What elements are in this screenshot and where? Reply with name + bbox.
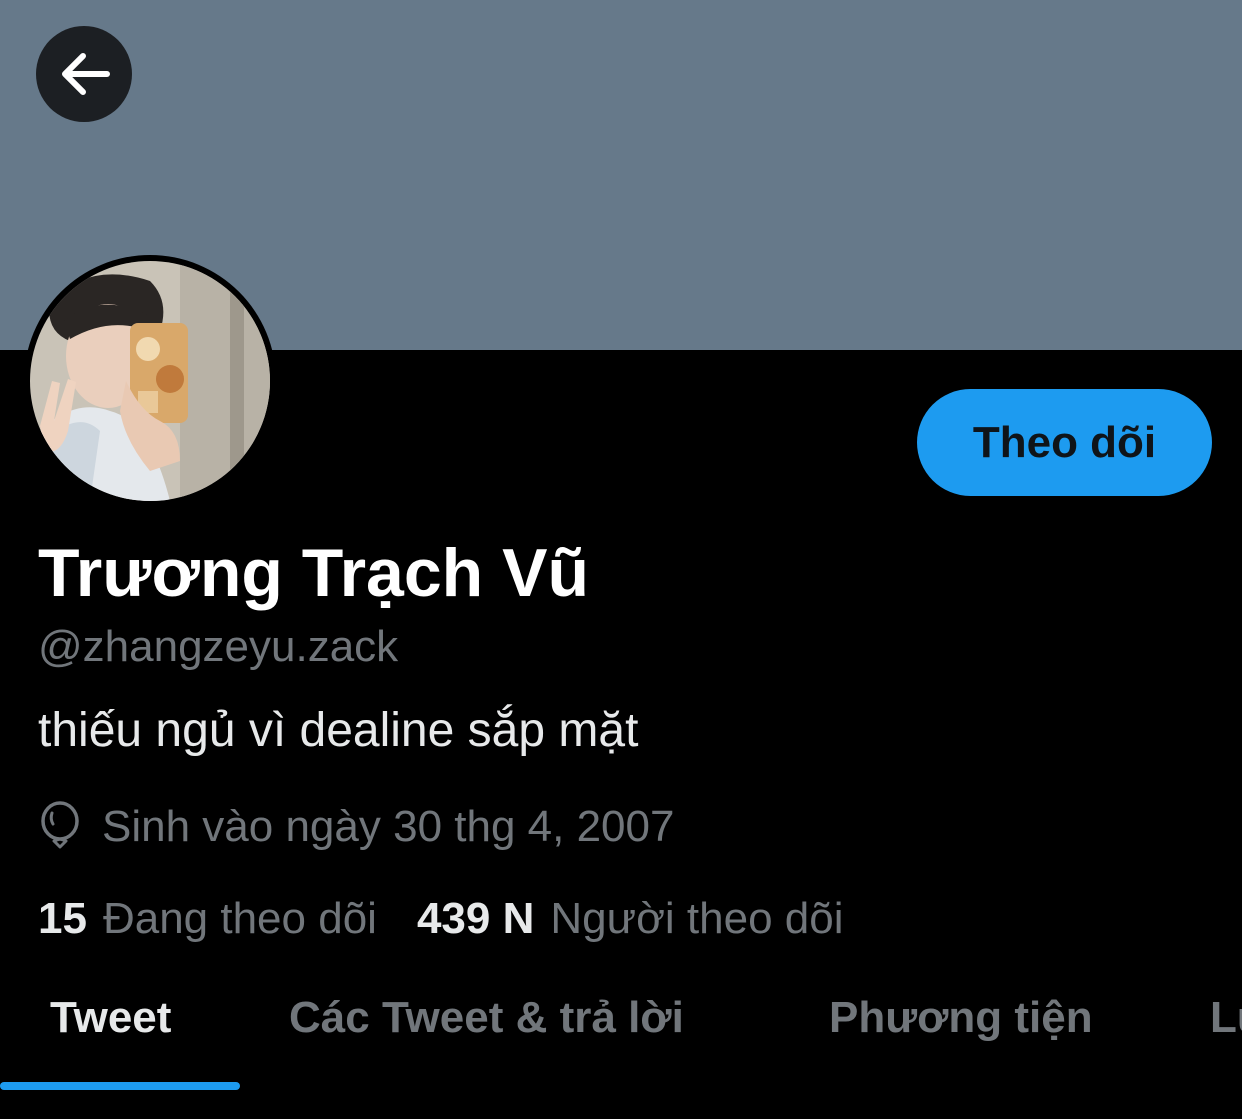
tab-tweets-replies[interactable]: Các Tweet & trả lời <box>289 960 684 1076</box>
followers-link[interactable]: 439 N Người theo dõi <box>417 894 844 944</box>
profile-tabs: Tweet Các Tweet & trả lời Phương tiện Lư <box>0 960 1242 1090</box>
birth-date-row: Sinh vào ngày 30 thg 4, 2007 <box>38 798 674 856</box>
followers-count: 439 N <box>416 894 535 943</box>
back-button[interactable] <box>36 26 132 122</box>
tab-likes[interactable]: Lư <box>1210 960 1242 1076</box>
balloon-icon <box>38 801 82 853</box>
user-handle: @zhangzeyu.zack <box>38 622 399 671</box>
following-count: 15 <box>38 894 87 943</box>
birth-date-text: Sinh vào ngày 30 thg 4, 2007 <box>102 802 675 851</box>
follow-stats: 15 Đang theo dõi 439 N Người theo dõi <box>38 890 844 948</box>
arrow-left-icon <box>62 53 110 95</box>
avatar-photo <box>30 261 270 501</box>
profile-bio: thiếu ngủ vì dealine sắp mặt <box>38 704 639 757</box>
following-label: Đang theo dõi <box>102 894 377 943</box>
avatar[interactable] <box>24 255 276 507</box>
follow-button[interactable]: Theo dõi <box>917 389 1212 496</box>
following-link[interactable]: 15 Đang theo dõi <box>38 894 377 944</box>
tab-media[interactable]: Phương tiện <box>829 960 1093 1076</box>
profile-page: Theo dõi Trương Trạch Vũ @zhangzeyu.zack… <box>0 0 1242 1119</box>
display-name: Trương Trạch Vũ <box>38 535 590 611</box>
tab-tweets[interactable]: Tweet <box>50 960 171 1076</box>
followers-label: Người theo dõi <box>550 894 844 943</box>
active-tab-indicator <box>0 1082 240 1090</box>
